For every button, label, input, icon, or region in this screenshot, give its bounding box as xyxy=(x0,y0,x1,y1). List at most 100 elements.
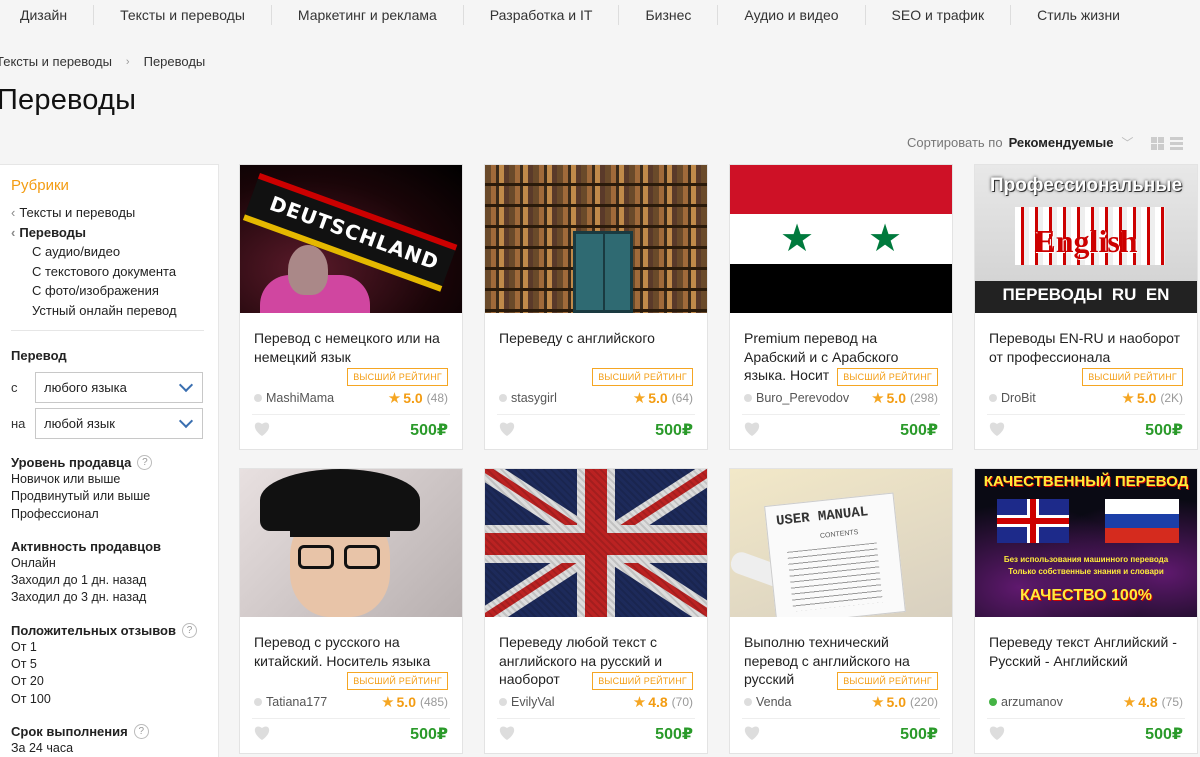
rating-value: 4.8 xyxy=(648,694,668,710)
top-category-nav: Дизайн Тексты и переводы Маркетинг и рек… xyxy=(0,0,1200,30)
top-rating-badge: ВЫСШИЙ РЕЙТИНГ xyxy=(837,672,938,690)
sort-dropdown[interactable]: Рекомендуемые xyxy=(1009,135,1114,150)
help-icon[interactable]: ? xyxy=(137,455,153,470)
gig-card[interactable]: КАЧЕСТВЕННЫЙ ПЕРЕВОД Без использования м… xyxy=(974,468,1198,754)
seller-name-text: EvilyVal xyxy=(511,695,555,709)
rubrics-heading: Рубрики xyxy=(11,177,69,194)
rating: ★ 5.0 (64) xyxy=(633,389,693,407)
heart-icon[interactable] xyxy=(253,420,271,437)
seller-name[interactable]: Buro_Perevodov xyxy=(744,391,849,405)
from-language-value: любого языка xyxy=(44,380,127,395)
help-icon[interactable]: ? xyxy=(133,723,149,739)
rating: ★ 5.0 (2K) xyxy=(1121,389,1183,407)
star-icon: ★ xyxy=(780,218,815,260)
seller-name[interactable]: stasygirl xyxy=(499,391,557,405)
rating-value: 5.0 xyxy=(396,694,416,710)
gig-thumbnail[interactable]: Профессиональные English ПЕРЕВОДЫ RU EN xyxy=(975,165,1197,313)
gig-thumbnail[interactable]: ★ ★ xyxy=(730,165,952,313)
deadline-title: Срок выполнения? xyxy=(11,723,218,740)
rating-value: 5.0 xyxy=(1136,390,1157,406)
gig-price: 500₽ xyxy=(900,422,938,439)
seller-name-text: MashiMama xyxy=(266,391,335,405)
heart-icon[interactable] xyxy=(498,724,516,741)
nav-audio-video[interactable]: Аудио и видео xyxy=(718,5,866,25)
help-icon[interactable]: ? xyxy=(181,622,197,638)
nav-business[interactable]: Бизнес xyxy=(619,5,719,25)
star-icon: ★ xyxy=(632,694,647,711)
filter-option-pro[interactable]: Профессионал xyxy=(11,506,218,523)
nav-lifestyle[interactable]: Стиль жизни xyxy=(1011,5,1146,25)
sidebar-subcat-audio-video[interactable]: С аудио/видео xyxy=(11,242,218,262)
top-rating-badge: ВЫСШИЙ РЕЙТИНГ xyxy=(592,672,693,690)
deadline-label: Срок выполнения xyxy=(11,723,128,739)
gig-price: 500₽ xyxy=(655,726,693,743)
gig-title[interactable]: Переведу текст Английский - Русский - Ан… xyxy=(989,633,1185,689)
filter-option-from100[interactable]: От 100 xyxy=(11,691,218,708)
gig-card[interactable]: DEUTSCHLAND Перевод с немецкого или на н… xyxy=(239,164,463,450)
gig-thumbnail[interactable]: КАЧЕСТВЕННЫЙ ПЕРЕВОД Без использования м… xyxy=(975,469,1197,617)
filter-option-online[interactable]: Онлайн xyxy=(11,555,218,572)
rating: ★ 4.8 (70) xyxy=(633,693,693,711)
nav-seo-traffic[interactable]: SEO и трафик xyxy=(866,5,1012,25)
filter-option-24h[interactable]: За 24 часа xyxy=(11,740,218,757)
sidebar-subcat-photo[interactable]: С фото/изображения xyxy=(11,281,218,301)
status-dot-icon xyxy=(499,394,507,402)
filter-option-advanced[interactable]: Продвинутый или выше xyxy=(11,488,218,505)
heart-icon[interactable] xyxy=(988,724,1006,741)
gig-thumbnail[interactable]: DEUTSCHLAND xyxy=(240,165,462,313)
top-rating-badge: ВЫСШИЙ РЕЙТИНГ xyxy=(347,672,448,690)
seller-name[interactable]: DroBit xyxy=(989,391,1036,405)
top-rating-badge: ВЫСШИЙ РЕЙТИНГ xyxy=(837,368,938,386)
gig-thumbnail[interactable] xyxy=(485,469,707,617)
gig-card[interactable]: ★ ★ Premium перевод на Арабский и с Араб… xyxy=(729,164,953,450)
list-view-icon[interactable] xyxy=(1170,137,1183,150)
filter-option-newbie[interactable]: Новичок или выше xyxy=(11,471,218,488)
breadcrumb-parent-link[interactable]: Тексты и переводы xyxy=(0,54,112,69)
to-language-select[interactable]: любой язык xyxy=(35,408,203,439)
top-rating-badge: ВЫСШИЙ РЕЙТИНГ xyxy=(347,368,448,386)
sidebar-subcat-oral[interactable]: Устный онлайн перевод xyxy=(11,301,218,321)
review-count: (75) xyxy=(1161,695,1183,709)
nav-design[interactable]: Дизайн xyxy=(0,5,95,25)
gig-price: 500₽ xyxy=(410,422,448,439)
filter-option-from20[interactable]: От 20 xyxy=(11,673,218,690)
chevron-down-icon[interactable]: ﹀ xyxy=(1121,134,1133,151)
sidebar-cat-active[interactable]: ‹ Переводы xyxy=(11,223,218,243)
filter-option-from1[interactable]: От 1 xyxy=(11,639,218,656)
gig-card[interactable]: Переведу с английского ВЫСШИЙ РЕЙТИНГ st… xyxy=(484,164,708,450)
seller-name-text: Buro_Perevodov xyxy=(756,391,850,405)
heart-icon[interactable] xyxy=(253,724,271,741)
seller-name[interactable]: EvilyVal xyxy=(499,695,555,709)
gig-card[interactable]: Профессиональные English ПЕРЕВОДЫ RU EN … xyxy=(974,164,1198,450)
gig-card[interactable]: Перевод с русского на китайский. Носител… xyxy=(239,468,463,754)
seller-name[interactable]: Venda xyxy=(744,695,791,709)
nav-marketing[interactable]: Маркетинг и реклама xyxy=(272,5,464,25)
positive-reviews-title: Положительных отзывов? xyxy=(11,622,218,639)
nav-development-it[interactable]: Разработка и IT xyxy=(464,5,620,25)
grid-view-icon[interactable] xyxy=(1151,137,1164,150)
star-icon: ★ xyxy=(871,694,885,711)
filter-option-1day[interactable]: Заходил до 1 дн. назад xyxy=(11,572,218,589)
filter-option-from5[interactable]: От 5 xyxy=(11,656,218,673)
gig-thumbnail[interactable] xyxy=(240,469,462,617)
gig-card[interactable]: USER MANUAL CONTENTS Выполню технический… xyxy=(729,468,953,754)
heart-icon[interactable] xyxy=(988,420,1006,437)
heart-icon[interactable] xyxy=(743,724,761,741)
breadcrumb-current-link[interactable]: Переводы xyxy=(144,54,206,69)
gig-thumbnail[interactable] xyxy=(485,165,707,313)
thumbnail-text: Без использования машинного перевода xyxy=(1003,555,1169,564)
gig-card[interactable]: Переведу любой текст с английского на ру… xyxy=(484,468,708,754)
nav-texts-translations[interactable]: Тексты и переводы xyxy=(94,5,272,25)
seller-name[interactable]: Tatiana177 xyxy=(254,695,327,709)
sidebar-subcat-text-doc[interactable]: С текстового документа xyxy=(11,262,218,282)
seller-level-label: Уровень продавца xyxy=(11,455,132,470)
seller-name[interactable]: arzumanov xyxy=(989,695,1063,709)
from-language-select[interactable]: любого языка xyxy=(35,372,203,403)
thumbnail-text: КАЧЕСТВЕННЫЙ ПЕРЕВОД xyxy=(983,473,1189,490)
filter-option-3days[interactable]: Заходил до 3 дн. назад xyxy=(11,589,218,606)
heart-icon[interactable] xyxy=(498,420,516,437)
sidebar-cat-parent[interactable]: ‹ Тексты и переводы xyxy=(11,203,218,223)
gig-thumbnail[interactable]: USER MANUAL CONTENTS xyxy=(730,469,952,617)
seller-name[interactable]: MashiMama xyxy=(254,391,334,405)
heart-icon[interactable] xyxy=(743,420,761,437)
